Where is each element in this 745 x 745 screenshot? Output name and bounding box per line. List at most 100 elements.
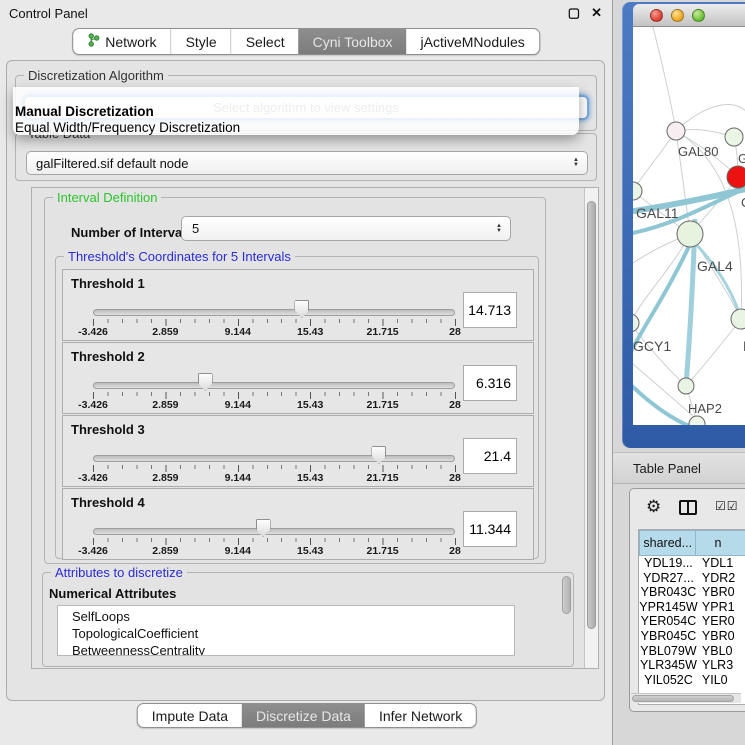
number-of-intervals-spinner[interactable]: 5 ▲▼ bbox=[181, 216, 511, 241]
attribute-list-item[interactable]: SelfLoops bbox=[72, 608, 514, 625]
slider-tick-label: 21.715 bbox=[367, 326, 399, 338]
threshold-value-field[interactable]: 11.344 bbox=[463, 511, 517, 547]
discretization-algorithm-title: Discretization Algorithm bbox=[24, 68, 168, 83]
network-node[interactable] bbox=[677, 221, 703, 247]
thresholds-group: Threshold's Coordinates for 5 Intervals … bbox=[55, 256, 539, 559]
threshold-card: Threshold 2-3.4262.8599.14415.4321.71528… bbox=[62, 342, 534, 414]
attribute-list-item[interactable]: TopologicalCoefficient bbox=[72, 625, 514, 642]
bottom-tab-infer-network[interactable]: Infer Network bbox=[365, 704, 476, 727]
network-node[interactable] bbox=[725, 128, 743, 146]
split-panel-icon[interactable] bbox=[679, 500, 697, 515]
table-cell-name: YBL0 bbox=[698, 644, 745, 659]
column-checkboxes-icon[interactable]: ☑☑ bbox=[715, 499, 739, 513]
tab-label: Select bbox=[246, 34, 285, 50]
network-edge[interactable] bbox=[676, 104, 745, 131]
settings-scrollbar-track[interactable] bbox=[584, 188, 598, 668]
attributes-list-scrollbar[interactable] bbox=[562, 576, 571, 614]
top-tab-bar: NetworkStyle Select Cyni Toolbox jActiveMNo… bbox=[72, 28, 540, 55]
attribute-list-item[interactable]: BetweennessCentrality bbox=[72, 642, 514, 656]
close-icon[interactable]: ✕ bbox=[591, 5, 602, 21]
attributes-group: Attributes to discretize Numerical Attri… bbox=[42, 572, 574, 667]
bottom-tab-discretize-data[interactable]: Discretize Data bbox=[242, 704, 365, 727]
tab-network[interactable]: Network bbox=[73, 29, 170, 54]
table-row[interactable]: YIL052CYIL0 bbox=[639, 673, 745, 688]
node-attribute-table[interactable]: shared...n YDL19...YDL1YDR27...YDR2YBR04… bbox=[638, 529, 745, 705]
tab-cyni-toolbox[interactable]: Cyni Toolbox bbox=[299, 29, 407, 54]
network-edge[interactable] bbox=[686, 319, 741, 386]
table-header-row: shared...n bbox=[639, 530, 745, 556]
slider-tick-label: 15.43 bbox=[297, 472, 323, 484]
table-row[interactable]: YBL079WYBL0 bbox=[639, 644, 745, 659]
network-canvas[interactable]: GAL80GCGAL11GAL4HGCY1HAP2 bbox=[633, 27, 745, 425]
network-edge[interactable] bbox=[653, 27, 676, 131]
network-node[interactable] bbox=[667, 122, 685, 140]
combobox-stepper-icon: ▲▼ bbox=[573, 158, 579, 168]
settings-scrollbar-thumb[interactable] bbox=[587, 201, 596, 629]
gear-icon[interactable]: ⚙ bbox=[646, 497, 661, 517]
threshold-slider-track[interactable] bbox=[93, 455, 455, 462]
table-rows: YDL19...YDL1YDR27...YDR2YBR043CYBR0YPR14… bbox=[639, 556, 745, 687]
network-node[interactable] bbox=[633, 314, 639, 332]
table-row[interactable]: YDR27...YDR2 bbox=[639, 571, 745, 586]
threshold-label: Threshold 4 bbox=[71, 495, 145, 510]
slider-major-ticks bbox=[93, 392, 456, 399]
slider-tick-label: 2.859 bbox=[152, 326, 178, 338]
network-edge[interactable] bbox=[633, 131, 676, 191]
slider-tick-label: 21.715 bbox=[367, 545, 399, 557]
table-row[interactable]: YBR043CYBR0 bbox=[639, 585, 745, 600]
threshold-slider-track[interactable] bbox=[93, 528, 455, 535]
threshold-label: Threshold 1 bbox=[71, 276, 145, 291]
network-node-label: GAL80 bbox=[678, 144, 718, 159]
algorithm-option[interactable]: Manual Discretization bbox=[13, 104, 579, 120]
float-window-icon[interactable]: ▢ bbox=[568, 5, 580, 21]
network-node[interactable] bbox=[689, 416, 705, 425]
tab-select[interactable]: Select bbox=[231, 29, 299, 54]
numerical-attributes-list[interactable]: SelfLoopsTopologicalCoefficientBetweenne… bbox=[57, 605, 515, 656]
network-node[interactable] bbox=[678, 378, 694, 394]
number-of-intervals-value: 5 bbox=[192, 221, 199, 236]
tab-style[interactable]: Style bbox=[171, 29, 231, 54]
network-edge[interactable] bbox=[693, 241, 741, 319]
table-hscrollbar-thumb[interactable] bbox=[632, 695, 734, 702]
tab-jactivemnodules[interactable]: jActiveMNodules bbox=[407, 29, 539, 54]
network-node-label: G bbox=[738, 151, 745, 166]
slider-tick-label: 28 bbox=[449, 399, 461, 411]
bottom-tab-label: Infer Network bbox=[379, 708, 462, 724]
tab-label: jActiveMNodules bbox=[421, 34, 525, 50]
mac-zoom-icon[interactable] bbox=[692, 9, 705, 22]
network-node-label: GAL11 bbox=[636, 205, 679, 221]
network-window-titlebar[interactable] bbox=[633, 4, 745, 27]
mac-minimize-icon[interactable] bbox=[671, 9, 684, 22]
network-node[interactable] bbox=[727, 166, 745, 188]
table-row[interactable]: YBR045CYBR0 bbox=[639, 629, 745, 644]
table-row[interactable]: YDL19...YDL1 bbox=[639, 556, 745, 571]
numerical-attributes-label: Numerical Attributes bbox=[49, 586, 176, 601]
table-row[interactable]: YLR345WYLR3 bbox=[639, 658, 745, 673]
network-node-label: GCY1 bbox=[633, 338, 671, 354]
slider-tick-label: 15.43 bbox=[297, 545, 323, 557]
slider-tick-label: 28 bbox=[449, 545, 461, 557]
table-header-cell[interactable]: n bbox=[696, 530, 745, 556]
algorithm-option[interactable]: Equal Width/Frequency Discretization bbox=[13, 120, 579, 136]
threshold-value-field[interactable]: 6.316 bbox=[463, 365, 517, 401]
table-cell-shared-name: YIL052C bbox=[639, 673, 698, 688]
table-cell-name: YLR3 bbox=[698, 658, 745, 673]
threshold-slider-track[interactable] bbox=[93, 382, 455, 389]
threshold-slider-track[interactable] bbox=[93, 309, 455, 316]
table-row[interactable]: YPR145WYPR1 bbox=[639, 600, 745, 615]
mac-close-icon[interactable] bbox=[650, 9, 663, 22]
network-edge[interactable] bbox=[633, 234, 690, 323]
table-hscrollbar-track[interactable] bbox=[631, 693, 741, 703]
app-root: Control Panel ▢ ✕ NetworkStyleSelectCyni… bbox=[0, 0, 745, 745]
bottom-tab-label: Discretize Data bbox=[256, 708, 351, 724]
table-toolbar: ⚙ ☑☑ bbox=[630, 489, 745, 527]
threshold-value-field[interactable]: 14.713 bbox=[463, 292, 517, 328]
slider-major-ticks bbox=[93, 465, 456, 472]
bottom-tab-impute-data[interactable]: Impute Data bbox=[138, 704, 242, 727]
table-data-combobox[interactable]: galFiltered.sif default node ▲▼ bbox=[26, 151, 588, 175]
bottom-tab-bar: Impute Data Discretize Data Infer Network bbox=[137, 703, 477, 728]
table-header-cell[interactable]: shared... bbox=[639, 530, 696, 556]
table-row[interactable]: YER054CYER0 bbox=[639, 614, 745, 629]
network-node[interactable] bbox=[731, 309, 745, 329]
threshold-value-field[interactable]: 21.4 bbox=[463, 438, 517, 474]
